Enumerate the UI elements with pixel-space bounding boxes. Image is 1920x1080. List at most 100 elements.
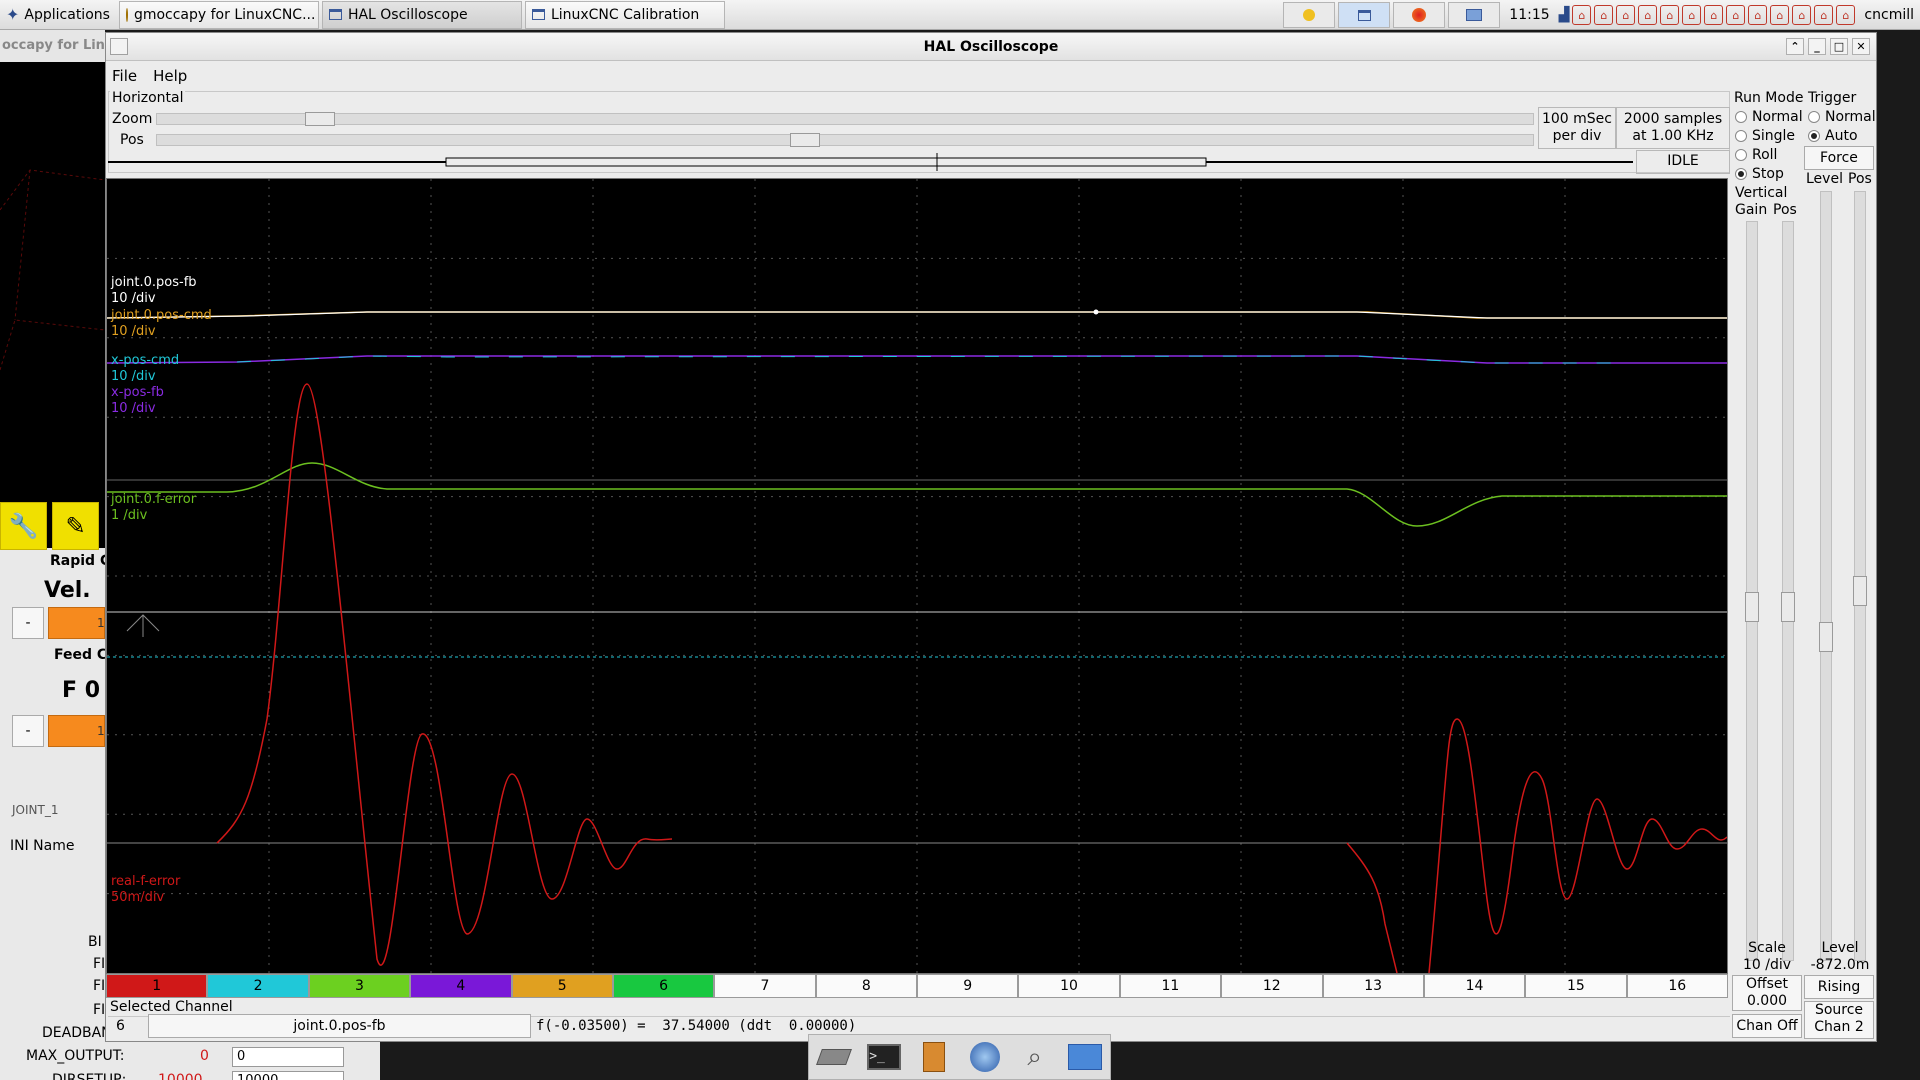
trigger-level-title: Level <box>1821 940 1859 956</box>
search-icon[interactable]: ⌕ <box>1017 1040 1053 1074</box>
run-mode-roll[interactable]: Roll <box>1735 147 1777 163</box>
channel-button-8[interactable]: 8 <box>815 974 917 998</box>
applications-menu[interactable]: ✦ Applications <box>0 0 116 30</box>
minimize-icon[interactable]: _ <box>1808 38 1826 55</box>
network-icon[interactable]: ⌂ <box>1704 5 1724 25</box>
pos-slider-knob[interactable] <box>789 133 820 147</box>
chan-off-button[interactable]: Chan Off <box>1732 1014 1802 1038</box>
channel-button-16[interactable]: 16 <box>1626 974 1728 998</box>
firefox-icon <box>1412 8 1427 22</box>
channel-button-10[interactable]: 10 <box>1018 974 1120 998</box>
task-hal-oscilloscope[interactable]: HAL Oscilloscope <box>321 0 522 29</box>
zoom-slider-knob[interactable] <box>305 112 336 126</box>
terminal-icon[interactable]: >_ <box>866 1040 902 1074</box>
trigger-pos-knob[interactable] <box>1853 576 1867 606</box>
dirsetup-field[interactable]: 10000 <box>232 1071 344 1080</box>
vertical-gain-knob[interactable] <box>1745 592 1759 622</box>
channel-button-11[interactable]: 11 <box>1119 974 1222 998</box>
channel-button-4[interactable]: 4 <box>410 974 512 998</box>
trigger-level-slider[interactable] <box>1819 191 1833 961</box>
offset-title: Offset <box>1745 976 1789 992</box>
trace-scale: 1 /div <box>111 508 148 523</box>
run-mode-stop[interactable]: Stop <box>1735 166 1784 182</box>
edit-button[interactable]: ✎ <box>52 502 99 550</box>
maximize-icon[interactable]: □ <box>1830 38 1848 55</box>
offset-button[interactable]: Offset 0.000 <box>1732 975 1802 1011</box>
force-button[interactable]: Force <box>1804 146 1874 170</box>
trigger-source-title: Source <box>1814 1002 1864 1018</box>
trace-label: joint.0.f-error 1 /div <box>111 492 196 524</box>
network-icon[interactable]: ⌂ <box>1814 5 1834 25</box>
channel-button-13[interactable]: 13 <box>1322 974 1424 998</box>
scope-display[interactable]: joint.0.pos-fb 10 /div joint.0.pos-cmd 10 /… <box>106 178 1728 974</box>
channel-button-2[interactable]: 2 <box>207 974 309 998</box>
network-icon[interactable]: ⌂ <box>1616 5 1636 25</box>
tray-files-button[interactable] <box>1448 2 1501 28</box>
vertical-pos-knob[interactable] <box>1781 592 1795 622</box>
gmoccapy-tray-icon <box>1303 9 1316 21</box>
tool-button[interactable]: 🔧 <box>0 502 47 550</box>
zoom-slider[interactable] <box>156 112 1534 126</box>
channel-button-9[interactable]: 9 <box>917 974 1019 998</box>
run-mode-single[interactable]: Single <box>1735 128 1795 144</box>
show-desktop-icon[interactable] <box>816 1040 852 1074</box>
param-label: FI <box>93 956 106 972</box>
window-menu-icon[interactable] <box>110 38 128 55</box>
network-icon[interactable]: ⌂ <box>1748 5 1768 25</box>
radio-icon <box>1808 130 1820 142</box>
network-icon[interactable]: ⌂ <box>1792 5 1812 25</box>
radio-icon <box>1735 168 1747 180</box>
file-manager-icon[interactable] <box>916 1040 952 1074</box>
network-icon[interactable]: ⌂ <box>1572 5 1592 25</box>
trigger-edge-button[interactable]: Rising <box>1804 975 1874 999</box>
trigger-source-button[interactable]: Source Chan 2 <box>1804 1001 1874 1039</box>
channel-button-12[interactable]: 12 <box>1221 974 1323 998</box>
scope-state: IDLE <box>1636 150 1730 174</box>
task-gmoccapy[interactable]: gmoccapy for LinuxCNC... <box>118 0 319 29</box>
channel-button-15[interactable]: 15 <box>1525 974 1627 998</box>
tray-window-button[interactable] <box>1338 2 1391 28</box>
network-icon[interactable]: ⌂ <box>1638 5 1658 25</box>
web-browser-icon[interactable] <box>967 1040 1003 1074</box>
network-icon[interactable]: ⌂ <box>1660 5 1680 25</box>
sample-rate: at 1.00 KHz <box>1632 128 1714 144</box>
shade-icon[interactable]: ⌃ <box>1786 38 1804 55</box>
feed-override-bar[interactable]: 10 <box>48 715 112 747</box>
feed-minus-button[interactable]: - <box>12 715 44 747</box>
trigger-pos-slider[interactable] <box>1853 191 1867 961</box>
rapid-override-bar[interactable]: 10 <box>48 607 112 639</box>
channel-button-6[interactable]: 6 <box>612 974 715 998</box>
folder-icon[interactable] <box>1067 1040 1103 1074</box>
network-icon[interactable]: ⌂ <box>1770 5 1790 25</box>
pos-slider[interactable] <box>156 133 1534 147</box>
clock: 11:15 <box>1509 7 1550 23</box>
vertical-pos-slider[interactable] <box>1781 221 1795 961</box>
run-mode-normal[interactable]: Normal <box>1735 109 1803 125</box>
trigger-level-knob[interactable] <box>1819 622 1833 652</box>
channel-button-7[interactable]: 7 <box>714 974 816 998</box>
max-output-field[interactable]: 0 <box>232 1047 344 1067</box>
task-linuxcnc-calibration[interactable]: LinuxCNC Calibration <box>524 0 725 29</box>
vertical-gain-slider[interactable] <box>1745 221 1759 961</box>
joint-tab[interactable]: JOINT_1 <box>12 803 58 817</box>
channel-button-14[interactable]: 14 <box>1423 974 1526 998</box>
channel-button-5[interactable]: 5 <box>511 974 613 998</box>
menu-file[interactable]: File <box>112 64 137 88</box>
rapid-minus-button[interactable]: - <box>12 607 44 639</box>
network-icon[interactable]: ⌂ <box>1682 5 1702 25</box>
tray-gmoccapy-button[interactable] <box>1283 2 1336 28</box>
channel-button-1[interactable]: 1 <box>106 974 208 998</box>
scale-display: Scale 10 /div <box>1732 940 1802 974</box>
channel-button-3[interactable]: 3 <box>308 974 411 998</box>
tray-firefox-button[interactable] <box>1393 2 1446 28</box>
network-icon[interactable]: ⌂ <box>1726 5 1746 25</box>
network-icon[interactable]: ⌂ <box>1594 5 1614 25</box>
trigger-auto[interactable]: Auto <box>1808 128 1858 144</box>
trigger-normal[interactable]: Normal <box>1808 109 1876 125</box>
selected-channel-name-button[interactable]: joint.0.pos-fb <box>148 1014 531 1038</box>
menu-help[interactable]: Help <box>153 64 187 88</box>
window-titlebar[interactable]: HAL Oscilloscope ⌃ _ □ ✕ <box>106 33 1876 61</box>
close-icon[interactable]: ✕ <box>1852 38 1870 55</box>
network-icon[interactable]: ⌂ <box>1836 5 1856 25</box>
applications-label: Applications <box>24 6 110 23</box>
